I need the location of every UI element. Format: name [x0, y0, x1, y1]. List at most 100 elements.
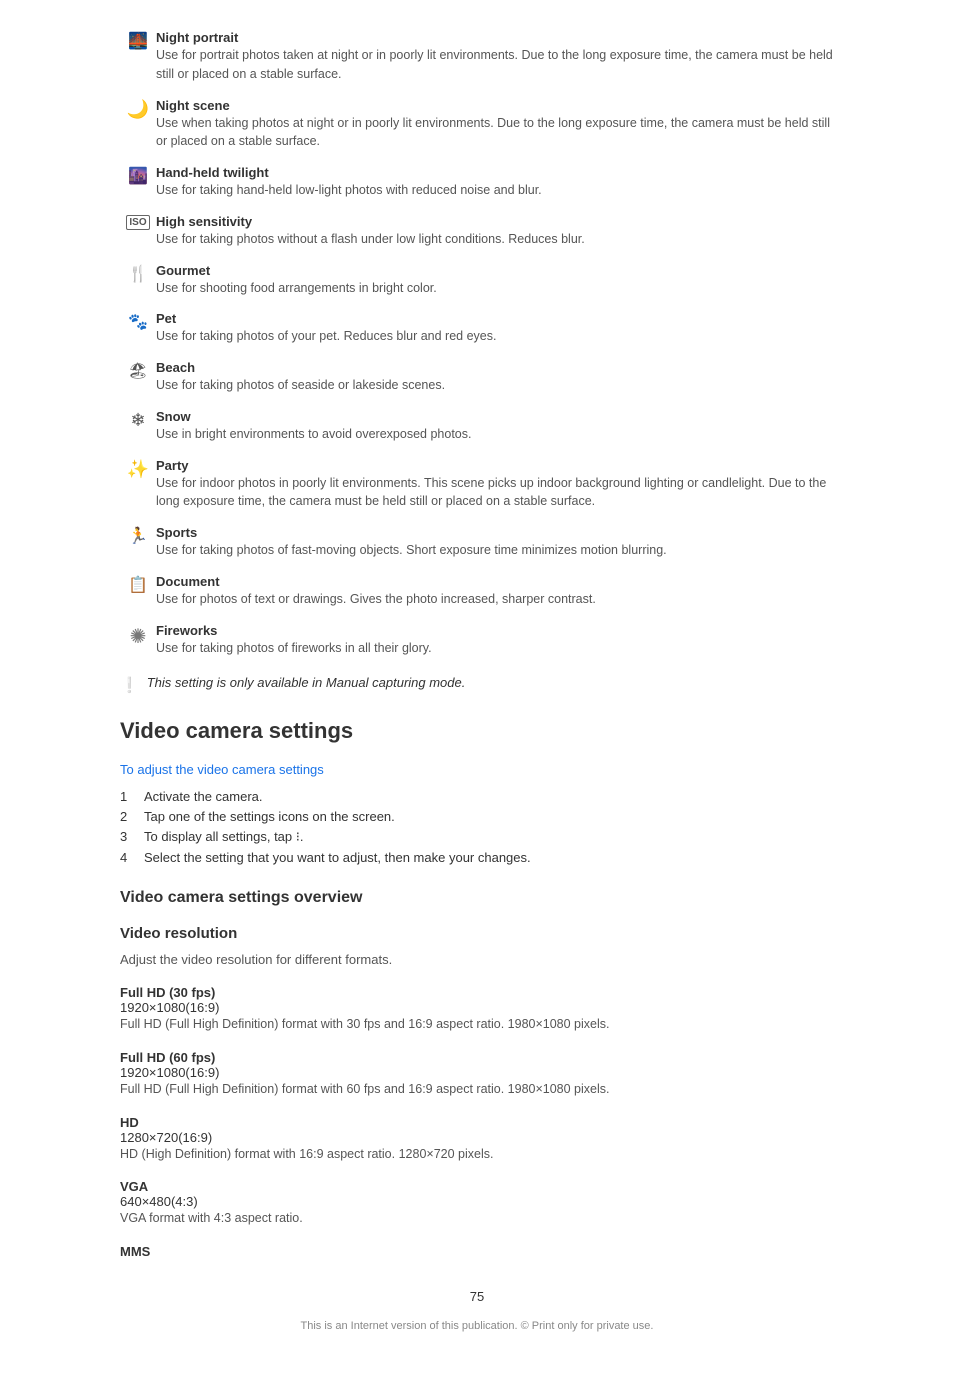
- scene-desc: Use for portrait photos taken at night o…: [156, 46, 834, 84]
- scene-content: Party Use for indoor photos in poorly li…: [156, 458, 834, 512]
- step-item: 3 To display all settings, tap ⁝.: [120, 829, 834, 845]
- scene-item: 🏖 Beach Use for taking photos of seaside…: [120, 360, 834, 395]
- scene-title: Party: [156, 458, 834, 473]
- scene-icon: 🏖: [120, 360, 156, 381]
- scene-icon: ✨: [120, 458, 156, 480]
- scene-title: Document: [156, 574, 834, 589]
- scene-item: ❄ Snow Use in bright environments to avo…: [120, 409, 834, 444]
- resolution-item: VGA640×480(4:3)VGA format with 4:3 aspec…: [120, 1179, 834, 1228]
- step-text: Tap one of the settings icons on the scr…: [144, 809, 834, 824]
- scene-desc: Use for shooting food arrangements in br…: [156, 279, 834, 298]
- scene-title: Snow: [156, 409, 834, 424]
- scene-icon: ❄: [120, 409, 156, 431]
- res-desc: HD (High Definition) format with 16:9 as…: [120, 1145, 834, 1164]
- scene-content: Night scene Use when taking photos at ni…: [156, 98, 834, 152]
- scene-desc: Use for taking photos without a flash un…: [156, 230, 834, 249]
- resolution-items-container: Full HD (30 fps)1920×1080(16:9)Full HD (…: [120, 985, 834, 1259]
- scene-content: Gourmet Use for shooting food arrangemen…: [156, 263, 834, 298]
- scene-content: Snow Use in bright environments to avoid…: [156, 409, 834, 444]
- step-text: Activate the camera.: [144, 789, 834, 804]
- page-number: 75: [120, 1289, 834, 1304]
- resolution-item: MMS: [120, 1244, 834, 1259]
- scene-title: Beach: [156, 360, 834, 375]
- res-label: VGA: [120, 1179, 834, 1194]
- step-item: 2 Tap one of the settings icons on the sc…: [120, 809, 834, 824]
- res-desc: Full HD (Full High Definition) format wi…: [120, 1015, 834, 1034]
- scene-title: Night portrait: [156, 30, 834, 45]
- scene-item: 📋 Document Use for photos of text or dra…: [120, 574, 834, 609]
- res-sublabel: 1280×720(16:9): [120, 1130, 834, 1145]
- step-item: 1 Activate the camera.: [120, 789, 834, 804]
- scene-content: High sensitivity Use for taking photos w…: [156, 214, 834, 249]
- scene-desc: Use when taking photos at night or in po…: [156, 114, 834, 152]
- scene-icon: 📋: [120, 574, 156, 595]
- resolution-item: Full HD (60 fps)1920×1080(16:9)Full HD (…: [120, 1050, 834, 1099]
- scene-icon: 🌆: [120, 165, 156, 186]
- scene-icon: ✺: [120, 623, 156, 649]
- res-sublabel: 640×480(4:3): [120, 1194, 834, 1209]
- res-label: MMS: [120, 1244, 834, 1259]
- scene-content: Pet Use for taking photos of your pet. R…: [156, 311, 834, 346]
- scene-title: Pet: [156, 311, 834, 326]
- scene-title: High sensitivity: [156, 214, 834, 229]
- scene-icon: 🏃: [120, 525, 156, 546]
- step-number: 3: [120, 829, 136, 845]
- scene-desc: Use in bright environments to avoid over…: [156, 425, 834, 444]
- res-desc: VGA format with 4:3 aspect ratio.: [120, 1209, 834, 1228]
- scene-item: 🏃 Sports Use for taking photos of fast-m…: [120, 525, 834, 560]
- video-settings-link[interactable]: To adjust the video camera settings: [120, 762, 834, 777]
- scene-item: ✺ Fireworks Use for taking photos of fir…: [120, 623, 834, 658]
- step-number: 4: [120, 850, 136, 865]
- scene-title: Sports: [156, 525, 834, 540]
- scene-title: Gourmet: [156, 263, 834, 278]
- scene-item: 🍴 Gourmet Use for shooting food arrangem…: [120, 263, 834, 298]
- scene-content: Document Use for photos of text or drawi…: [156, 574, 834, 609]
- scene-desc: Use for taking photos of fast-moving obj…: [156, 541, 834, 560]
- scene-content: Hand-held twilight Use for taking hand-h…: [156, 165, 834, 200]
- scene-title: Fireworks: [156, 623, 834, 638]
- footer: This is an Internet version of this publ…: [120, 1320, 834, 1332]
- scene-item: 🌙 Night scene Use when taking photos at …: [120, 98, 834, 152]
- scene-content: Sports Use for taking photos of fast-mov…: [156, 525, 834, 560]
- scene-desc: Use for photos of text or drawings. Give…: [156, 590, 834, 609]
- res-label: Full HD (30 fps): [120, 985, 834, 1000]
- steps-list: 1 Activate the camera. 2 Tap one of the set…: [120, 789, 834, 865]
- scene-icon: 🐾: [120, 311, 156, 332]
- scene-item: ISO High sensitivity Use for taking phot…: [120, 214, 834, 249]
- note-icon: ❕: [120, 676, 139, 694]
- scene-desc: Use for taking photos of seaside or lake…: [156, 376, 834, 395]
- note-block: ❕ This setting is only available in Manu…: [120, 675, 834, 694]
- scene-item: 🌆 Hand-held twilight Use for taking hand…: [120, 165, 834, 200]
- res-desc: Full HD (Full High Definition) format wi…: [120, 1080, 834, 1099]
- scene-icon: 🌉: [120, 30, 156, 51]
- step-text: Select the setting that you want to adju…: [144, 850, 834, 865]
- scene-item: 🐾 Pet Use for taking photos of your pet.…: [120, 311, 834, 346]
- scene-title: Night scene: [156, 98, 834, 113]
- res-label: Full HD (60 fps): [120, 1050, 834, 1065]
- scene-desc: Use for taking hand-held low-light photo…: [156, 181, 834, 200]
- step-number: 1: [120, 789, 136, 804]
- scene-desc: Use for indoor photos in poorly lit envi…: [156, 474, 834, 512]
- page: 🌉 Night portrait Use for portrait photos…: [0, 0, 954, 1392]
- scene-desc: Use for taking photos of your pet. Reduc…: [156, 327, 834, 346]
- scene-icon: 🌙: [120, 98, 156, 120]
- res-sublabel: 1920×1080(16:9): [120, 1000, 834, 1015]
- res-sublabel: 1920×1080(16:9): [120, 1065, 834, 1080]
- step-item: 4 Select the setting that you want to adj…: [120, 850, 834, 865]
- overview-heading: Video camera settings overview: [120, 889, 834, 907]
- resolution-desc: Adjust the video resolution for differen…: [120, 950, 834, 971]
- step-text: To display all settings, tap ⁝.: [144, 829, 834, 845]
- scene-content: Fireworks Use for taking photos of firew…: [156, 623, 834, 658]
- scene-content: Night portrait Use for portrait photos t…: [156, 30, 834, 84]
- step-number: 2: [120, 809, 136, 824]
- res-label: HD: [120, 1115, 834, 1130]
- scene-icon: ISO: [120, 214, 156, 230]
- scene-item: 🌉 Night portrait Use for portrait photos…: [120, 30, 834, 84]
- scene-item: ✨ Party Use for indoor photos in poorly …: [120, 458, 834, 512]
- video-section-heading: Video camera settings: [120, 718, 834, 744]
- note-text: This setting is only available in Manual…: [147, 675, 466, 690]
- scene-icon: 🍴: [120, 263, 156, 284]
- resolution-item: HD1280×720(16:9)HD (High Definition) for…: [120, 1115, 834, 1164]
- resolution-item: Full HD (30 fps)1920×1080(16:9)Full HD (…: [120, 985, 834, 1034]
- scene-desc: Use for taking photos of fireworks in al…: [156, 639, 834, 658]
